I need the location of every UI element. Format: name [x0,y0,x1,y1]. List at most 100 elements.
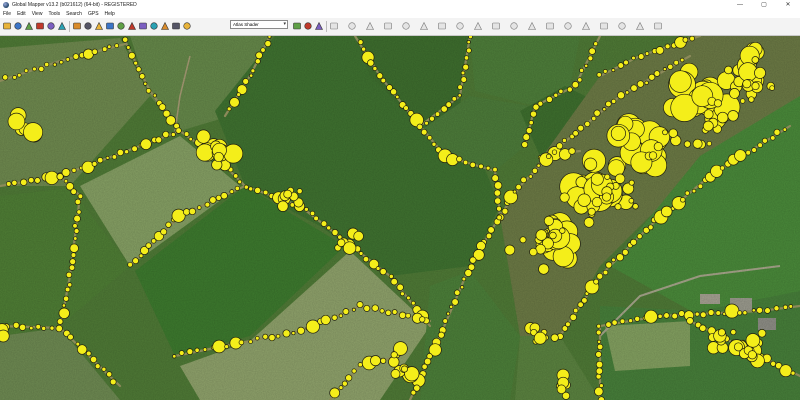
tree-marker[interactable] [388,273,394,279]
tree-marker[interactable] [69,258,77,265]
tree-marker[interactable] [644,80,649,85]
tree-marker[interactable] [172,354,177,359]
tree-marker[interactable] [105,155,110,160]
menu-tools[interactable]: Tools [45,11,63,17]
tree-marker[interactable] [291,331,296,336]
tree-marker[interactable] [44,170,59,185]
tree-marker[interactable] [127,261,133,268]
tree-marker[interactable] [196,129,211,144]
tree-marker[interactable] [605,100,612,108]
tree-marker[interactable] [109,378,117,386]
tree-marker[interactable] [282,329,291,338]
tree-marker[interactable] [345,374,353,382]
tree-marker[interactable] [107,44,112,49]
tree-marker[interactable] [165,115,176,126]
tree-marker[interactable] [233,173,239,179]
tree-marker[interactable] [599,383,604,388]
tree-marker[interactable] [715,310,721,316]
tree-marker[interactable] [748,96,755,103]
tree-marker[interactable] [165,221,172,228]
tree-marker[interactable] [12,75,17,80]
tree-marker[interactable] [702,120,714,132]
tree-marker[interactable] [361,46,367,52]
tree-marker[interactable] [605,321,612,328]
zoom-out-icon[interactable] [83,21,93,31]
tree-marker[interactable] [28,177,35,184]
tree-marker[interactable] [694,311,700,317]
tree-marker[interactable] [525,127,533,134]
tree-marker[interactable] [742,79,752,89]
tree-marker[interactable] [617,62,625,69]
tree-marker[interactable] [644,51,650,56]
export-icon[interactable] [24,21,34,31]
tree-marker[interactable] [419,316,426,323]
tree-marker[interactable] [145,88,152,94]
tree-marker[interactable] [596,272,604,280]
tree-marker[interactable] [602,107,607,112]
tree-marker[interactable] [49,325,55,331]
tree-marker[interactable] [186,348,194,355]
tree-marker[interactable] [648,73,656,81]
text-icon[interactable] [635,21,645,31]
tree-marker[interactable] [135,66,142,73]
tree-marker[interactable] [194,347,200,353]
tree-marker[interactable] [431,141,437,147]
tree-marker[interactable] [590,172,604,186]
pan-icon[interactable] [127,21,137,31]
tree-marker[interactable] [254,58,261,65]
tree-marker[interactable] [745,149,751,156]
tree-marker[interactable] [558,88,564,94]
tree-marker[interactable] [684,190,690,196]
tree-marker[interactable] [550,333,559,342]
tree-marker[interactable] [462,159,469,166]
tree-marker[interactable] [616,253,624,262]
tree-marker[interactable] [59,60,64,65]
tree-marker[interactable] [577,193,591,207]
tree-marker[interactable] [610,125,626,141]
tree-marker[interactable] [596,323,602,329]
tree-marker[interactable] [559,192,570,203]
tree-marker[interactable] [543,215,554,226]
tree-marker[interactable] [213,151,224,163]
tree-marker[interactable] [446,311,451,316]
tree-marker[interactable] [546,153,552,160]
vertex-icon[interactable] [545,21,555,31]
tree-marker[interactable] [561,137,567,143]
tree-marker[interactable] [229,189,235,194]
tree-marker[interactable] [602,192,612,202]
tree-marker[interactable] [183,131,190,137]
tree-marker[interactable] [531,167,538,174]
tree-marker[interactable] [162,130,170,139]
tree-marker[interactable] [628,179,635,186]
tree-marker[interactable] [437,331,445,339]
tree-marker[interactable] [351,307,356,312]
tree-marker[interactable] [754,66,766,79]
tree-marker[interactable] [122,36,129,43]
help-icon[interactable] [57,21,67,31]
tree-marker[interactable] [742,310,748,316]
tree-marker[interactable] [594,386,604,397]
tree-marker[interactable] [751,56,760,64]
tree-marker[interactable] [5,181,12,187]
tree-marker[interactable] [11,179,18,186]
tree-marker[interactable] [111,154,118,160]
tree-marker[interactable] [188,136,193,142]
tree-marker[interactable] [662,129,668,136]
shader-dropdown[interactable]: Atlas Shader ▾ [230,20,288,29]
tree-marker[interactable] [553,92,559,98]
tree-marker[interactable] [234,185,240,191]
tree-marker[interactable] [255,335,260,341]
tree-marker[interactable] [583,217,595,228]
tree-marker[interactable] [209,196,217,204]
tree-marker[interactable] [593,109,601,117]
tree-marker[interactable] [644,309,658,324]
tree-marker[interactable] [457,93,462,98]
tree-marker[interactable] [572,130,579,137]
tree-marker[interactable] [568,147,576,155]
tree-marker[interactable] [237,179,243,185]
tree-marker[interactable] [628,198,635,204]
tree-marker[interactable] [131,145,138,153]
tree-marker[interactable] [67,282,73,288]
tree-marker[interactable] [579,67,585,73]
tree-marker[interactable] [464,269,473,277]
